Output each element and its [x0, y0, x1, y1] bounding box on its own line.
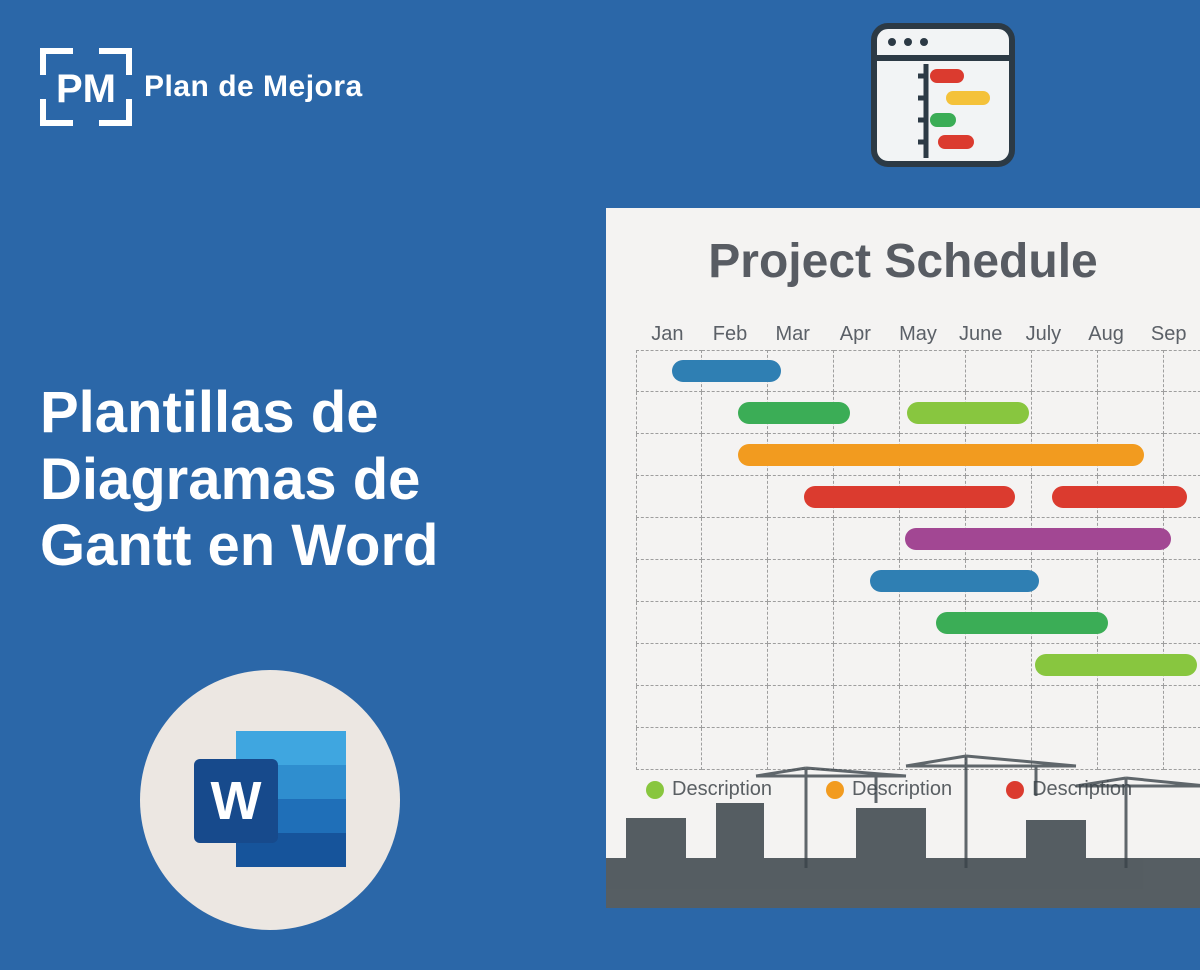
- chart-grid-cell: [1164, 434, 1200, 476]
- brand-name: Plan de Mejora: [144, 70, 363, 104]
- chart-grid-cell: [1164, 686, 1200, 728]
- chart-grid-cell: [900, 644, 966, 686]
- chart-legend-item: Description: [1006, 778, 1132, 801]
- chart-bar: [1052, 486, 1187, 508]
- chart-bar: [672, 360, 781, 382]
- chart-grid-cell: [636, 392, 702, 434]
- chart-grid-cell: [636, 602, 702, 644]
- chart-grid-cell: [1164, 602, 1200, 644]
- chart-grid-cell: [768, 644, 834, 686]
- chart-bar: [738, 444, 1144, 466]
- chart-grid-cell: [636, 644, 702, 686]
- chart-legend-label: Description: [672, 778, 772, 801]
- chart-legend-swatch-icon: [826, 781, 844, 799]
- chart-grid-cell: [1032, 686, 1098, 728]
- chart-grid-cell: [636, 476, 702, 518]
- gantt-window-icon: [868, 20, 1018, 175]
- chart-grid-cell: [1098, 560, 1164, 602]
- chart-grid-cell: [1164, 392, 1200, 434]
- chart-month-label: July: [1012, 323, 1075, 346]
- chart-grid-cell: [702, 728, 768, 770]
- chart-bar: [905, 528, 1170, 550]
- svg-text:PM: PM: [56, 67, 116, 111]
- chart-legend-label: Description: [852, 778, 952, 801]
- brand-logo: PM Plan de Mejora: [40, 48, 363, 126]
- chart-month-label: Mar: [761, 323, 824, 346]
- chart-month-label: Feb: [699, 323, 762, 346]
- word-app-badge: W: [140, 670, 400, 930]
- page-title: Plantillas de Diagramas de Gantt en Word: [40, 380, 560, 580]
- chart-grid-cell: [636, 686, 702, 728]
- chart-grid-cell: [1098, 602, 1164, 644]
- chart-month-label: June: [949, 323, 1012, 346]
- chart-grid-cell: [834, 350, 900, 392]
- chart-month-label: Apr: [824, 323, 887, 346]
- chart-grid-cell: [1098, 686, 1164, 728]
- chart-grid-cell: [900, 728, 966, 770]
- chart-grid-cell: [1164, 728, 1200, 770]
- ms-word-icon: W: [190, 725, 350, 875]
- chart-grid-cell: [768, 602, 834, 644]
- chart-grid-cell: [636, 434, 702, 476]
- chart-bar: [907, 402, 1029, 424]
- chart-legend: Description Description Description: [646, 778, 1132, 801]
- chart-grid-cell: [834, 518, 900, 560]
- chart-month-label: May: [887, 323, 950, 346]
- project-schedule-card: Project Schedule JanFebMarAprMayJuneJuly…: [606, 208, 1200, 908]
- chart-legend-item: Description: [646, 778, 772, 801]
- svg-text:W: W: [211, 771, 262, 831]
- chart-month-label: Sep: [1137, 323, 1200, 346]
- chart-legend-swatch-icon: [646, 781, 664, 799]
- chart-grid-cell: [1164, 350, 1200, 392]
- chart-grid-cell: [1098, 350, 1164, 392]
- chart-grid-cell: [900, 350, 966, 392]
- chart-grid-cell: [900, 686, 966, 728]
- chart-grid-cell: [636, 560, 702, 602]
- chart-grid-cell: [966, 350, 1032, 392]
- chart-x-axis: JanFebMarAprMayJuneJulyAugSep: [636, 323, 1200, 346]
- chart-grid-cell: [834, 728, 900, 770]
- chart-grid-cell: [1098, 728, 1164, 770]
- brand-mark-icon: PM: [40, 48, 132, 126]
- chart-grid-cell: [768, 728, 834, 770]
- chart-plot-area: [636, 350, 1200, 770]
- chart-bar: [1035, 654, 1197, 676]
- chart-grid-cell: [636, 728, 702, 770]
- chart-grid-cell: [966, 686, 1032, 728]
- chart-grid-cell: [768, 560, 834, 602]
- chart-grid-cell: [702, 476, 768, 518]
- chart-legend-item: Description: [826, 778, 952, 801]
- chart-grid-cell: [702, 518, 768, 560]
- chart-title: Project Schedule: [606, 208, 1200, 323]
- chart-grid-cell: [966, 644, 1032, 686]
- chart-grid-cell: [834, 644, 900, 686]
- chart-grid-cell: [636, 518, 702, 560]
- chart-grid-cell: [834, 686, 900, 728]
- chart-grid-cell: [1098, 392, 1164, 434]
- chart-grid-cell: [702, 644, 768, 686]
- chart-grid-cell: [1032, 728, 1098, 770]
- chart-bar: [870, 570, 1038, 592]
- chart-grid-cell: [1032, 560, 1098, 602]
- chart-grid-cell: [702, 560, 768, 602]
- chart-legend-swatch-icon: [1006, 781, 1024, 799]
- chart-grid-cell: [834, 602, 900, 644]
- chart-grid-cell: [1164, 560, 1200, 602]
- chart-legend-label: Description: [1032, 778, 1132, 801]
- chart-bar: [804, 486, 1015, 508]
- chart-bar: [738, 402, 850, 424]
- chart-month-label: Aug: [1075, 323, 1138, 346]
- chart-grid-cell: [702, 602, 768, 644]
- chart-grid-cell: [1032, 392, 1098, 434]
- chart-bar: [936, 612, 1108, 634]
- chart-grid-cell: [1032, 350, 1098, 392]
- chart-month-label: Jan: [636, 323, 699, 346]
- chart-grid-cell: [702, 686, 768, 728]
- chart-grid-cell: [768, 518, 834, 560]
- construction-silhouette-icon: [606, 748, 1200, 908]
- chart-grid-cell: [768, 686, 834, 728]
- chart-grid-cell: [966, 728, 1032, 770]
